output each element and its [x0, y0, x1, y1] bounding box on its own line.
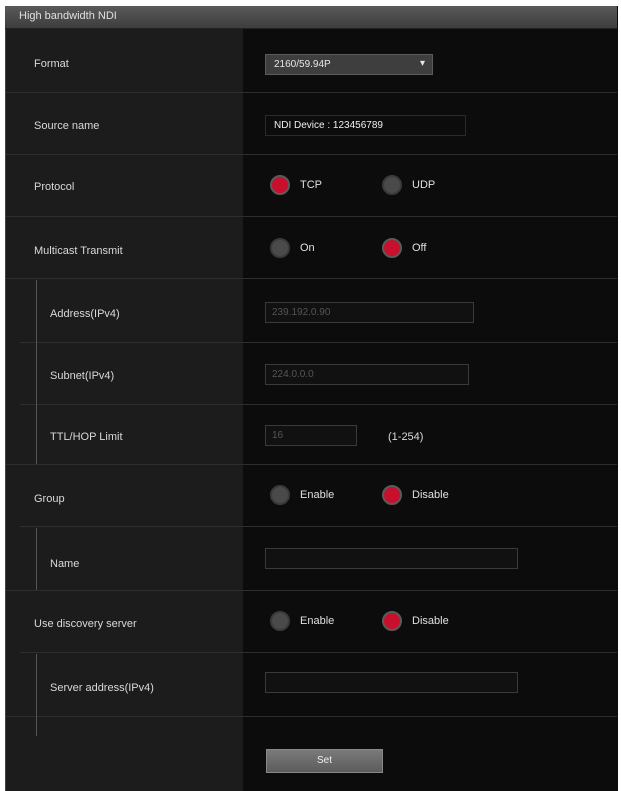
server-address-input[interactable] — [265, 672, 518, 693]
group-enable-radio[interactable] — [270, 485, 290, 505]
row-divider — [6, 92, 617, 93]
discovery-enable-label: Enable — [300, 615, 335, 627]
row-divider — [6, 590, 617, 591]
indent-guide — [36, 280, 37, 464]
ttl-range-hint: (1-254) — [388, 431, 424, 443]
indent-guide — [36, 528, 37, 590]
protocol-tcp-radio[interactable] — [270, 175, 290, 195]
row-divider — [20, 526, 617, 527]
subnet-input[interactable]: 224.0.0.0 — [265, 364, 469, 385]
subnet-label: Subnet(IPv4) — [50, 370, 115, 382]
ttl-label: TTL/HOP Limit — [50, 431, 123, 443]
protocol-label: Protocol — [34, 181, 75, 193]
ttl-input[interactable]: 16 — [265, 425, 357, 446]
row-divider — [6, 154, 617, 155]
group-disable-label: Disable — [412, 489, 449, 501]
ttl-value: 16 — [272, 430, 284, 441]
address-input[interactable]: 239.192.0.90 — [265, 302, 474, 323]
indent-guide — [36, 654, 37, 736]
source-name-value: NDI Device : 123456789 — [274, 120, 383, 131]
format-value: 2160/59.94P — [274, 59, 331, 70]
discovery-disable-label: Disable — [412, 615, 449, 627]
address-value: 239.192.0.90 — [272, 307, 331, 318]
row-divider — [20, 652, 617, 653]
set-button[interactable]: Set — [266, 749, 383, 773]
protocol-udp-radio[interactable] — [382, 175, 402, 195]
group-disable-radio[interactable] — [382, 485, 402, 505]
multicast-on-radio[interactable] — [270, 238, 290, 258]
format-label: Format — [34, 58, 69, 70]
row-divider — [6, 216, 617, 217]
row-divider — [20, 342, 617, 343]
discovery-label: Use discovery server — [34, 618, 137, 630]
multicast-off-radio[interactable] — [382, 238, 402, 258]
source-name-label: Source name — [34, 120, 100, 132]
row-divider — [6, 716, 617, 717]
protocol-udp-label: UDP — [412, 179, 436, 191]
group-label: Group — [34, 493, 65, 505]
name-label: Name — [50, 558, 80, 570]
server-address-label: Server address(IPv4) — [50, 682, 154, 694]
format-select[interactable]: 2160/59.94P ▾ — [265, 54, 433, 75]
discovery-disable-radio[interactable] — [382, 611, 402, 631]
multicast-label: Multicast Transmit — [34, 245, 123, 257]
multicast-on-label: On — [300, 242, 315, 254]
name-input[interactable] — [265, 548, 518, 569]
label-column — [6, 29, 243, 791]
source-name-field: NDI Device : 123456789 — [265, 115, 466, 136]
multicast-off-label: Off — [412, 242, 427, 254]
discovery-enable-radio[interactable] — [270, 611, 290, 631]
panel-title-bar: High bandwidth NDI — [5, 6, 617, 29]
row-divider — [6, 278, 617, 279]
chevron-down-icon: ▾ — [419, 58, 425, 69]
protocol-tcp-label: TCP — [300, 179, 322, 191]
panel-title: High bandwidth NDI — [19, 10, 117, 22]
row-divider — [20, 404, 617, 405]
row-divider — [6, 464, 617, 465]
group-enable-label: Enable — [300, 489, 335, 501]
address-label: Address(IPv4) — [50, 308, 120, 320]
subnet-value: 224.0.0.0 — [272, 369, 314, 380]
